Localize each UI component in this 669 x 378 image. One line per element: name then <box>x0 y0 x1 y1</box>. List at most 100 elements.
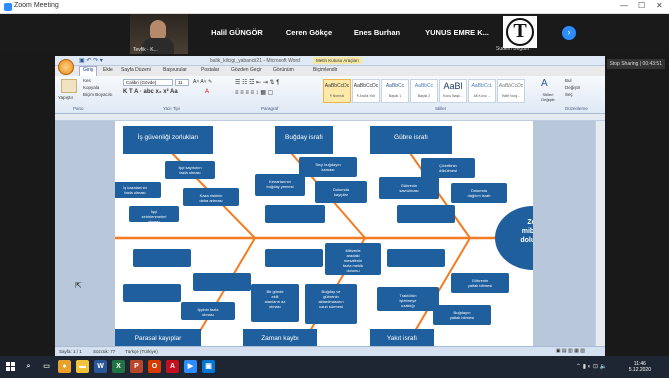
task-view-icon[interactable]: ▭ <box>40 360 53 373</box>
system-tray-icons[interactable]: ⌃ ▮ ◐ ⊡ 🔈 <box>576 363 607 370</box>
file-explorer-icon[interactable]: ▬ <box>76 360 89 373</box>
cause-label: Çözeltinin dökülmesi <box>439 163 457 173</box>
find-button[interactable]: Bul <box>565 78 572 83</box>
category-label: Parasal kayıplar <box>135 335 182 342</box>
select-button[interactable]: Seç <box>565 92 573 97</box>
cause-label: Dolumda kayıplar <box>333 187 350 197</box>
category-label: Gübre israfı <box>394 134 428 141</box>
cut-button[interactable]: Kes <box>83 78 91 83</box>
replace-button[interactable]: Değiştir <box>565 85 580 90</box>
participant-name: Enes Burhan <box>353 28 401 37</box>
participant-tile[interactable]: Ceren Gökçe <box>277 14 341 54</box>
tab-home[interactable]: Giriş <box>79 66 98 76</box>
style-title[interactable]: AaBl Konu Başlı... <box>439 79 467 103</box>
close-button[interactable]: ✕ <box>656 1 663 10</box>
tab-references[interactable]: Başvurular <box>163 67 187 73</box>
cause-label: Kaza riskinin daha artması <box>199 193 222 203</box>
participant-video[interactable]: Tevfik - K... <box>130 14 188 54</box>
word-title-bar: ▣ ↶ ↷ ▾ balik_kilcigi_yabancii21 - Micro… <box>55 56 605 66</box>
cause-label: Gübrenin savrulması <box>399 183 418 193</box>
change-styles-button[interactable]: Stilleri Değiştir <box>537 92 559 102</box>
cause-box[interactable] <box>133 249 191 267</box>
status-words[interactable]: Sözcük: 77 <box>93 349 115 354</box>
next-page-button[interactable]: › <box>562 26 576 40</box>
participant-avatar: T <box>503 16 537 48</box>
pdf-icon[interactable]: A <box>166 360 179 373</box>
format-painter-button[interactable]: Biçim Boyacısı <box>83 92 113 97</box>
vertical-scrollbar[interactable] <box>595 121 605 346</box>
style-heading-1[interactable]: AaBbCc Başlık 1 <box>381 79 409 103</box>
copy-button[interactable]: Kopyala <box>83 85 99 90</box>
tab-page-layout[interactable]: Sayfa Düzeni <box>121 67 151 73</box>
clock-date: 5.12.2020 <box>628 367 651 373</box>
mouse-cursor-icon: ⇱ <box>75 281 82 290</box>
style-heading-2[interactable]: AaBbCc Başlık 2 <box>410 79 438 103</box>
cause-box[interactable] <box>265 249 323 267</box>
cause-label: İşçi sayısının fazla olması <box>178 165 201 175</box>
ribbon: Yapıştır Kes Kopyala Biçim Boyacısı Cali… <box>55 76 605 114</box>
tab-insert[interactable]: Ekle <box>103 67 113 73</box>
zoom-window: Zoom Meeting — ☐ ✕ Halil GÜNGÖR Ceren Gö… <box>0 0 669 378</box>
font-format-buttons[interactable]: K T A · abc x₂ x² Aa <box>123 89 178 95</box>
minimize-button[interactable]: — <box>620 1 628 10</box>
participant-name: Ceren Gökçe <box>285 28 333 37</box>
category-label: Zaman kaybı <box>261 335 299 342</box>
word-icon[interactable]: W <box>94 360 107 373</box>
style-normal[interactable]: AaBbCcDc ¶ Normal <box>323 79 351 103</box>
group-label-clipboard: Pano <box>73 106 84 111</box>
context-tab-label: Metin Kutusu Araçları <box>313 57 362 64</box>
tab-mailings[interactable]: Postalar <box>201 67 219 73</box>
cause-box[interactable] <box>193 273 251 291</box>
search-icon[interactable]: ⌕ <box>22 360 35 373</box>
excel-icon[interactable]: X <box>112 360 125 373</box>
participant-tile[interactable]: Halil GÜNGÖR <box>197 14 277 54</box>
share-badge[interactable]: Stop Sharing | 00:43:51 <box>606 59 665 69</box>
cause-label: Traktörün işletmeye uzaklığı <box>400 293 418 308</box>
person-face <box>150 20 166 40</box>
quick-access-toolbar[interactable]: ▣ ↶ ↷ ▾ <box>79 57 103 64</box>
cause-label: İş kazalarının fazla olması <box>123 185 147 195</box>
cause-box[interactable] <box>387 249 445 267</box>
group-label-font: Yazı Tipi <box>163 106 180 111</box>
paste-button[interactable]: Yapıştır <box>58 95 73 100</box>
status-language[interactable]: Türkçe (Türkiye) <box>125 349 158 354</box>
list-buttons[interactable]: ☰ ☷ ☲ ⇤ ⇥ ⇅ ¶ <box>235 79 279 86</box>
change-styles-icon[interactable]: A <box>541 78 548 89</box>
app-icon[interactable]: ▣ <box>202 360 215 373</box>
alignment-buttons[interactable]: ≡ ≡ ≡ ≡ ↕ ▦ ▢ <box>235 89 273 96</box>
document-area: Zormibzerdolumu İş güvenliği zorlukları … <box>55 121 605 346</box>
cause-box[interactable] <box>123 284 181 302</box>
style-no-spacing[interactable]: AaBbCcDc ¶ Aralık Yok <box>352 79 380 103</box>
document-page: Zormibzerdolumu İş güvenliği zorlukları … <box>105 121 571 346</box>
grow-shrink-font-icon[interactable]: A˄ A˅ ✎ <box>193 79 212 85</box>
office-icon[interactable]: O <box>148 360 161 373</box>
paste-icon[interactable] <box>61 79 77 93</box>
maximize-button[interactable]: ☐ <box>638 1 645 10</box>
powerpoint-icon[interactable]: P <box>130 360 143 373</box>
status-page[interactable]: Sayfa: 1 / 1 <box>59 349 82 354</box>
tab-review[interactable]: Gözden Geçir <box>231 67 262 73</box>
cause-box[interactable] <box>265 205 325 223</box>
zoom-taskbar-icon[interactable]: ▶ <box>184 360 197 373</box>
style-subtitle[interactable]: AaBbCcL Alt Konu ... <box>468 79 496 103</box>
category-label: Buğday israfı <box>285 134 323 141</box>
tab-view[interactable]: Görünüm <box>273 67 294 73</box>
participant-name: Halil GÜNGÖR <box>211 28 263 37</box>
tab-format[interactable]: Biçimlendir <box>313 67 337 73</box>
windows-start-icon[interactable] <box>6 362 16 372</box>
office-button[interactable] <box>58 59 74 75</box>
view-buttons[interactable]: ▣ ▤ ▥ ▦ ▧ <box>556 348 585 354</box>
taskbar: ⌕ ▭ ● ▬ W X P O A ▶ ▣ ⌃ ▮ ◐ ⊡ 🔈 11:46 5.… <box>0 356 669 378</box>
title-bar: Zoom Meeting — ☐ ✕ <box>0 0 669 14</box>
category-label: Yakıt israfı <box>387 335 417 342</box>
font-size-select[interactable]: 11 <box>175 79 189 86</box>
clock[interactable]: 11:46 5.12.2020 <box>629 361 651 373</box>
font-color-icon[interactable]: A <box>205 89 209 95</box>
font-name-select[interactable]: Calibri (Gövde) <box>123 79 173 86</box>
style-subtle-emphasis[interactable]: AaBbCcDc Hafif Vurg... <box>497 79 525 103</box>
cause-box[interactable] <box>397 205 455 223</box>
chrome-icon[interactable]: ● <box>58 360 71 373</box>
participant-tile[interactable]: Enes Burhan <box>341 14 413 54</box>
category-label: İş güvenliği zorlukları <box>138 132 199 141</box>
group-label-paragraph: Paragraf <box>261 106 279 111</box>
